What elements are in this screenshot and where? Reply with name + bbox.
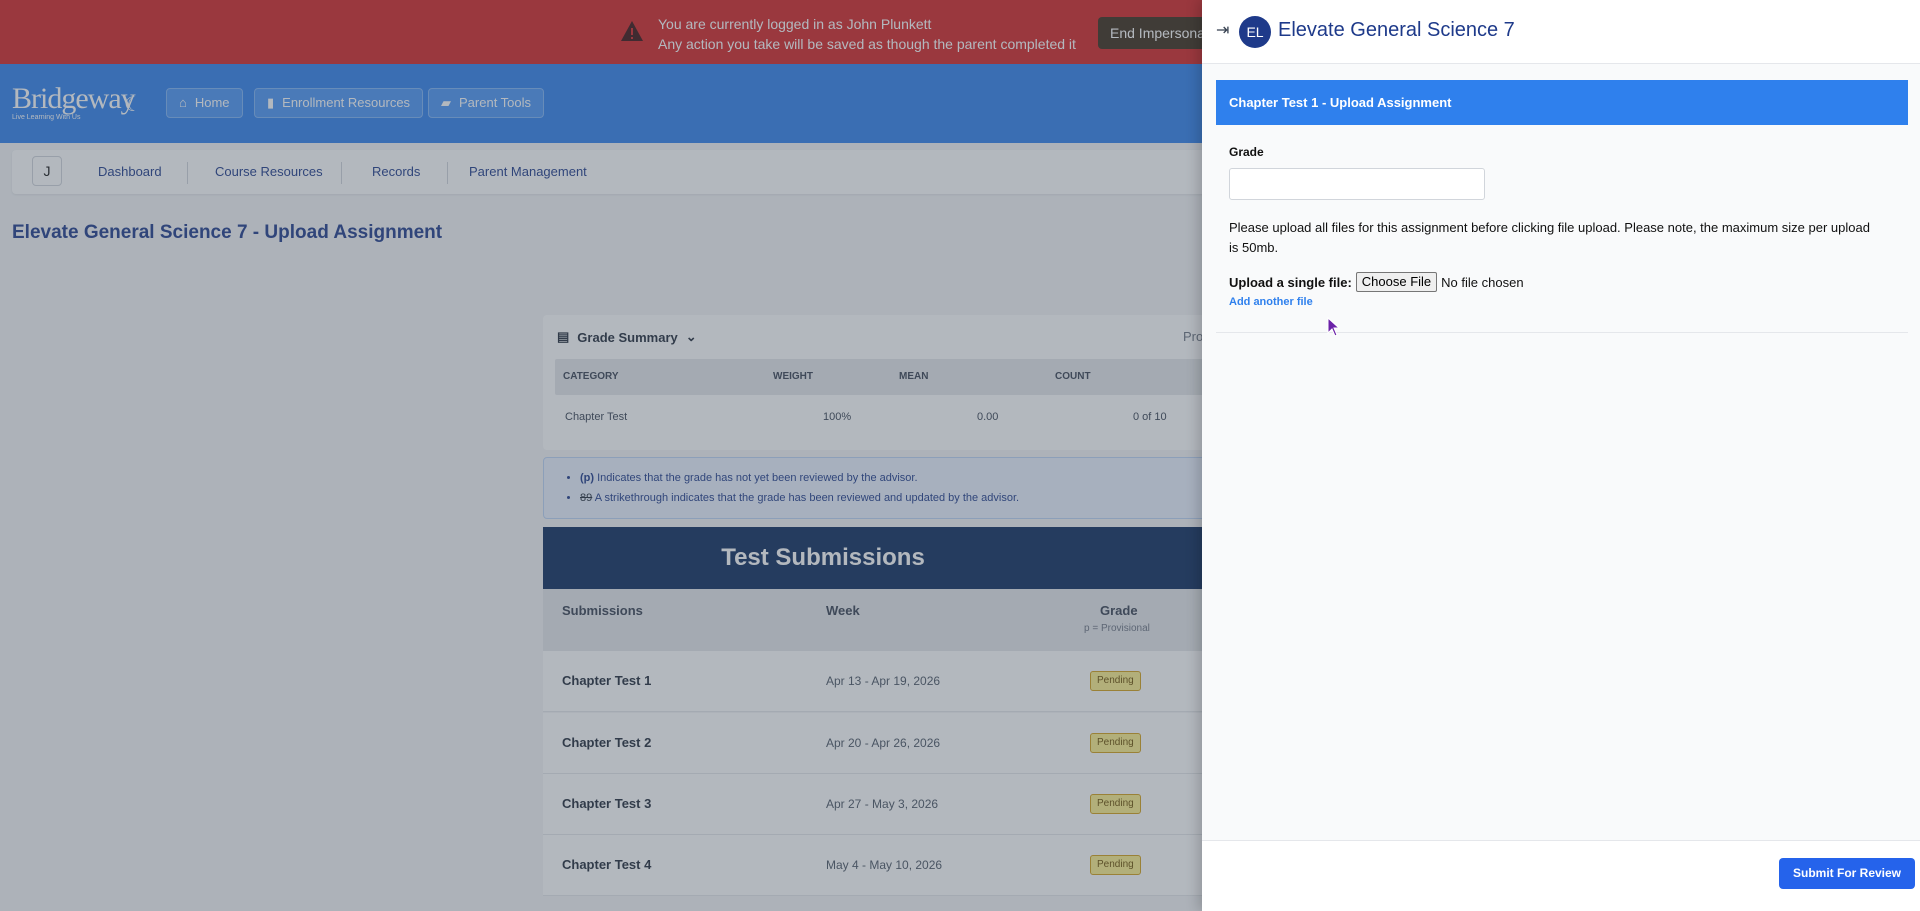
- upload-assignment-drawer: ⇥ EL Elevate General Science 7 Chapter T…: [1202, 0, 1920, 911]
- course-avatar: EL: [1239, 16, 1271, 48]
- modal-backdrop[interactable]: [0, 0, 1202, 911]
- grade-input[interactable]: [1229, 168, 1485, 200]
- choose-file-button[interactable]: Choose File: [1355, 272, 1438, 292]
- file-upload-row: Upload a single file: Choose File No fil…: [1229, 272, 1524, 292]
- upload-file-label: Upload a single file:: [1229, 274, 1352, 290]
- file-status-text: No file chosen: [1441, 274, 1524, 290]
- grade-label: Grade: [1229, 145, 1264, 159]
- mouse-cursor-icon: [1327, 317, 1341, 337]
- upload-assignment-card: Chapter Test 1 - Upload Assignment Grade…: [1216, 80, 1908, 333]
- drawer-title: Elevate General Science 7: [1278, 19, 1515, 41]
- drawer-footer: Submit For Review: [1202, 840, 1920, 911]
- collapse-drawer-icon[interactable]: ⇥: [1216, 20, 1229, 40]
- submit-for-review-button[interactable]: Submit For Review: [1779, 858, 1916, 889]
- add-another-file-link[interactable]: Add another file: [1229, 296, 1313, 308]
- upload-card-title: Chapter Test 1 - Upload Assignment: [1216, 80, 1908, 125]
- drawer-header: ⇥ EL Elevate General Science 7: [1202, 0, 1920, 64]
- upload-instructions: Please upload all files for this assignm…: [1229, 220, 1870, 255]
